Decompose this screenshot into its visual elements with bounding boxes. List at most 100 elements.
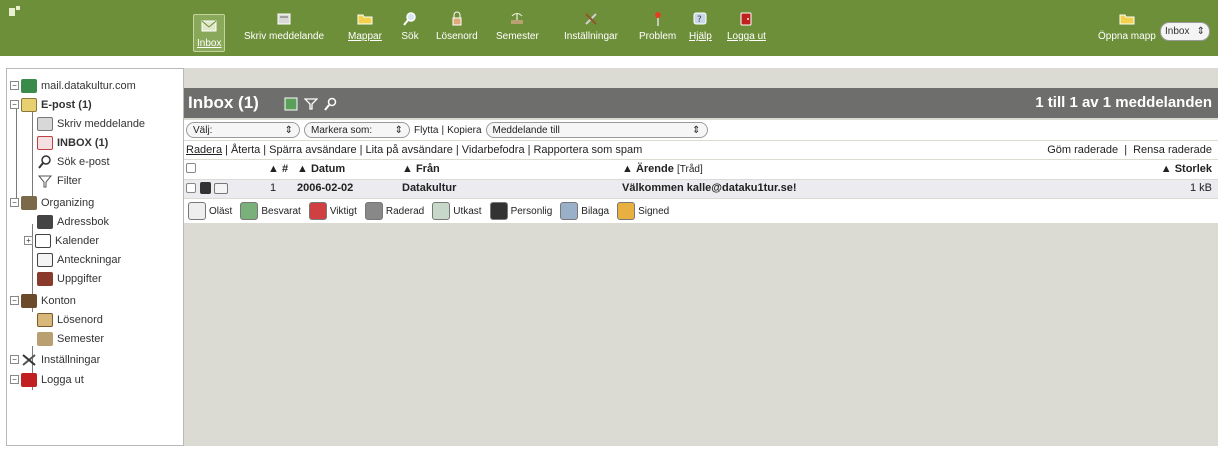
tree-line: [16, 103, 17, 207]
magnifier-icon: [403, 12, 416, 26]
action-links: Radera | Återta | Spärra avsändare | Lit…: [184, 141, 1218, 159]
legend-signed: Signed: [617, 202, 669, 220]
trust-sender-link[interactable]: Lita på avsändare: [365, 144, 452, 156]
toolbar-logout-button[interactable]: Logga ut: [727, 6, 766, 50]
expand-toggle[interactable]: +: [24, 236, 33, 245]
sidebar-item-label: Semester: [57, 332, 105, 345]
sidebar-item-server[interactable]: − mail.datakultur.com: [10, 77, 136, 94]
sidebar-item-search-email[interactable]: Sök e-post: [37, 153, 110, 170]
row-checkbox[interactable]: [186, 183, 196, 196]
column-subject[interactable]: ▲ Ärende: [622, 163, 674, 175]
toolbar-compose-button[interactable]: Skriv meddelande: [244, 6, 324, 50]
sidebar-item-email[interactable]: − E-post (1): [10, 96, 92, 113]
select-all-checkbox[interactable]: [186, 163, 196, 176]
sidebar-item-label: Inställningar: [41, 353, 101, 366]
sidebar-item-label: Sök e-post: [57, 155, 110, 168]
sidebar-item-accounts[interactable]: − Konton: [10, 292, 76, 309]
purge-deleted-link[interactable]: Rensa raderade: [1133, 144, 1212, 156]
sidebar-item-settings[interactable]: − Inställningar: [10, 351, 100, 368]
lock-icon: [37, 312, 53, 327]
toolbar-compose-label: Skriv meddelande: [244, 31, 325, 42]
delete-link[interactable]: Radera: [186, 144, 222, 156]
thread-link[interactable]: [Tråd]: [677, 164, 703, 175]
select-dropdown[interactable]: Välj: ⇕: [186, 122, 300, 138]
help-icon: ?: [693, 12, 707, 25]
svg-text:?: ?: [697, 15, 702, 25]
tools-icon: [585, 13, 597, 25]
search-icon[interactable]: [324, 97, 338, 111]
accounts-icon: [21, 293, 37, 308]
sidebar-item-organizing[interactable]: − Organizing: [10, 194, 94, 211]
column-number[interactable]: ▲ #: [268, 163, 288, 175]
forward-link[interactable]: Vidarbefodra: [462, 144, 525, 156]
sidebar-item-addressbook[interactable]: Adressbok: [37, 213, 109, 230]
toolbar-inbox-button[interactable]: Inbox: [193, 14, 226, 52]
column-size[interactable]: ▲ Storlek: [1161, 163, 1212, 175]
sidebar-item-vacation[interactable]: Semester: [37, 330, 104, 347]
toolbar-search-button[interactable]: Sök: [401, 6, 419, 50]
collapse-toggle[interactable]: −: [10, 100, 19, 109]
filter-icon[interactable]: [304, 97, 318, 111]
collapse-toggle[interactable]: −: [10, 355, 19, 364]
column-date[interactable]: ▲ Datum: [297, 163, 345, 175]
sidebar-item-inbox[interactable]: INBOX (1): [37, 134, 108, 151]
move-link[interactable]: Flytta: [414, 125, 438, 136]
select-label: Välj:: [193, 124, 213, 136]
legend-unread: Oläst: [188, 202, 232, 220]
collapse-toggle[interactable]: −: [10, 81, 19, 90]
separator: |: [1124, 144, 1128, 156]
app-logo-icon: [8, 5, 22, 19]
sidebar-item-label: Skriv meddelande: [57, 117, 146, 130]
mark-as-dropdown[interactable]: Markera som: ⇕: [304, 122, 410, 138]
separator: |: [225, 144, 228, 156]
collapse-toggle[interactable]: −: [10, 375, 19, 384]
sidebar-item-password[interactable]: Lösenord: [37, 311, 103, 328]
tools-icon: [21, 353, 37, 367]
message-number: 1: [270, 182, 277, 194]
sidebar-item-tasks[interactable]: Uppgifter: [37, 270, 102, 287]
open-folder-button[interactable]: Öppna mapp: [1098, 6, 1156, 50]
vacation-icon: [37, 331, 53, 346]
message-from[interactable]: Datakultur: [402, 182, 456, 194]
message-subject[interactable]: Välkommen kalle@dataku1tur.se!: [622, 182, 797, 194]
sidebar-item-compose[interactable]: Skriv meddelande: [37, 115, 145, 132]
refresh-icon[interactable]: [284, 97, 298, 111]
report-spam-link[interactable]: Rapportera som spam: [533, 144, 642, 156]
tasks-icon: [37, 271, 53, 286]
draft-icon: [432, 202, 451, 220]
sidebar-item-label: Organizing: [41, 196, 95, 209]
pin-icon: [654, 12, 661, 26]
calendar-icon: [35, 233, 51, 248]
sidebar-item-filter[interactable]: Filter: [37, 172, 81, 189]
toolbar-vacation-button[interactable]: Semester: [496, 6, 539, 50]
hide-deleted-link[interactable]: Göm raderade: [1047, 144, 1118, 156]
folder-icon: [357, 14, 373, 25]
toolbar-password-label: Lösenord: [436, 31, 478, 42]
toolbar-password-button[interactable]: Lösenord: [436, 6, 478, 50]
table-row[interactable]: 1 2006-02-02 Datakultur Välkommen kalle@…: [184, 180, 1218, 198]
sidebar-item-label: Konton: [41, 294, 76, 307]
collapse-toggle[interactable]: −: [10, 198, 19, 207]
undelete-link[interactable]: Återta: [231, 144, 260, 156]
toolbar-problem-label: Problem: [639, 31, 677, 42]
sidebar-item-notes[interactable]: Anteckningar: [37, 251, 121, 268]
toolbar-settings-button[interactable]: Inställningar: [564, 6, 618, 50]
legend-label: Raderad: [385, 205, 425, 217]
column-from[interactable]: ▲ Från: [402, 163, 440, 175]
sidebar-item-logout[interactable]: − Logga ut: [10, 371, 84, 388]
collapse-toggle[interactable]: −: [10, 296, 19, 305]
mark-as-label: Markera som:: [311, 124, 373, 136]
sidebar-tree: − mail.datakultur.com − E-post (1) Skriv…: [6, 68, 184, 446]
toolbar-help-button[interactable]: ? Hjälp: [689, 6, 712, 50]
sidebar-item-label: E-post (1): [41, 98, 92, 111]
sidebar-item-calendar[interactable]: + Kalender: [24, 232, 99, 249]
separator: |: [441, 124, 445, 136]
block-sender-link[interactable]: Spärra avsändare: [269, 144, 356, 156]
target-folder-dropdown[interactable]: Meddelande till ⇕: [485, 122, 708, 138]
toolbar-problem-button[interactable]: Problem: [639, 6, 676, 50]
folder-select[interactable]: Inbox ⇕: [1160, 22, 1210, 41]
message-date: 2006-02-02: [297, 182, 354, 194]
copy-link[interactable]: Kopiera: [447, 125, 481, 136]
toolbar-folders-button[interactable]: Mappar: [348, 6, 382, 50]
separator: |: [455, 144, 459, 156]
